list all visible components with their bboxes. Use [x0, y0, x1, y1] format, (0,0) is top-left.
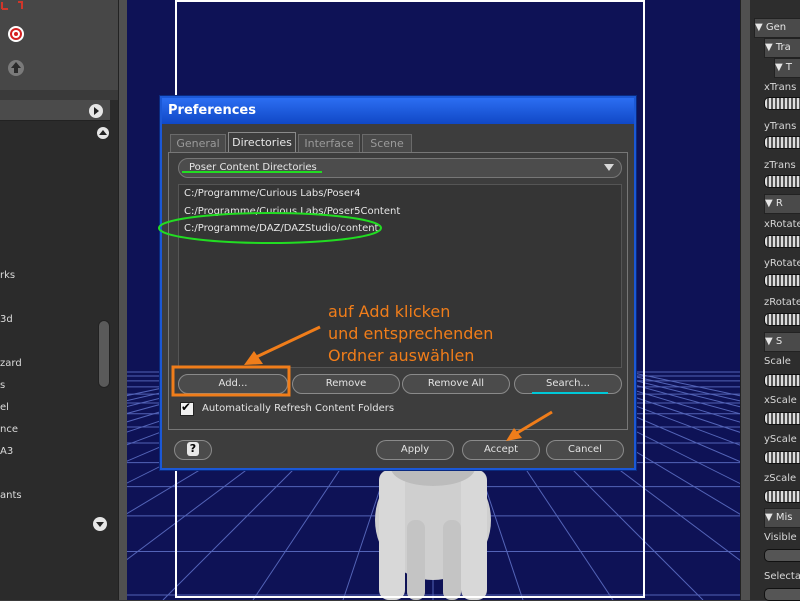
list-item[interactable]: C:/Programme/Curious Labs/Poser5Content	[184, 206, 400, 217]
add-button[interactable]: Add...	[178, 374, 288, 394]
group-transforms[interactable]: ▼ Tra	[764, 38, 800, 58]
param-label: xTrans	[764, 82, 797, 93]
tab-scene[interactable]: Scene	[362, 134, 412, 153]
yscale-slider[interactable]	[764, 451, 800, 464]
group-misc[interactable]: ▼ Mis	[764, 508, 800, 528]
apply-button[interactable]: Apply	[376, 440, 454, 460]
remove-all-button[interactable]: Remove All	[402, 374, 510, 394]
list-item[interactable]: C:/Programme/DAZ/DAZStudio/content	[184, 223, 378, 234]
selectable-toggle[interactable]	[764, 588, 800, 601]
xscale-slider[interactable]	[764, 412, 800, 425]
group-translate[interactable]: ▼ T	[774, 58, 800, 78]
library-item[interactable]: ants	[0, 490, 22, 501]
scale-slider[interactable]	[764, 374, 800, 387]
group-scale[interactable]: ▼ S	[764, 332, 800, 352]
group-label: Mis	[775, 512, 793, 523]
tutorial-annotation: auf Add klicken und entsprechenden Ordne…	[328, 301, 493, 367]
scroll-down-icon[interactable]	[92, 516, 108, 532]
zscale-slider[interactable]	[764, 490, 800, 503]
scroll-up-icon[interactable]	[96, 126, 110, 140]
search-button[interactable]: Search...	[514, 374, 622, 394]
zrotate-slider[interactable]	[764, 313, 800, 326]
parameters-panel: ▼ Gen ▼ Tra ▼ T xTrans yTrans zTrans ▼ R…	[750, 0, 800, 601]
param-label: Scale	[764, 356, 791, 367]
param-label: xRotate	[764, 219, 800, 230]
ztrans-slider[interactable]	[764, 175, 800, 188]
xrotate-slider[interactable]	[764, 235, 800, 248]
library-item[interactable]: rks	[0, 270, 15, 281]
grid-line	[628, 371, 740, 397]
param-label: xScale	[764, 395, 797, 406]
param-label: Selecta	[764, 571, 800, 582]
param-label: yTrans	[764, 121, 797, 132]
chevron-down-icon	[604, 164, 614, 171]
group-label: T	[785, 62, 792, 73]
crop-icon[interactable]	[0, 0, 30, 14]
content-type-dropdown[interactable]: Poser Content Directories	[178, 158, 622, 178]
group-label: S	[775, 336, 783, 347]
ytrans-slider[interactable]	[764, 136, 800, 149]
dialog-title: Preferences	[168, 103, 256, 118]
dialog-titlebar[interactable]: Preferences	[162, 98, 634, 124]
cancel-button[interactable]: Cancel	[546, 440, 624, 460]
help-icon: ?	[187, 442, 199, 456]
xtrans-slider[interactable]	[764, 97, 800, 110]
group-label: R	[775, 198, 783, 209]
param-label: zTrans	[764, 160, 796, 171]
checkmark-icon: ✔	[181, 400, 192, 414]
auto-refresh-checkbox[interactable]: ✔	[180, 400, 194, 416]
up-arrow-icon[interactable]	[6, 58, 26, 78]
yrotate-slider[interactable]	[764, 274, 800, 287]
library-item[interactable]: zard	[0, 358, 22, 369]
library-item[interactable]: 3d	[0, 314, 13, 325]
annotation-line: Ordner auswählen	[328, 346, 475, 365]
param-label: zRotate	[764, 297, 800, 308]
play-arrow-icon[interactable]	[88, 103, 104, 119]
preferences-dialog: Preferences General Directories Interfac…	[160, 96, 636, 470]
library-scroll-thumb[interactable]	[98, 320, 110, 388]
tab-general[interactable]: General	[170, 134, 226, 153]
annotation-line: auf Add klicken	[328, 302, 451, 321]
library-item[interactable]: A3	[0, 446, 13, 457]
group-label: Tra	[775, 42, 791, 53]
library-item[interactable]: el	[0, 402, 9, 413]
help-button[interactable]: ?	[174, 440, 212, 460]
target-icon[interactable]	[6, 24, 26, 44]
list-item[interactable]: C:/Programme/Curious Labs/Poser4	[184, 188, 360, 199]
auto-refresh-label: Automatically Refresh Content Folders	[202, 403, 395, 414]
tab-interface[interactable]: Interface	[298, 134, 360, 153]
remove-button[interactable]: Remove	[292, 374, 400, 394]
dropdown-selected-value: Poser Content Directories	[189, 162, 317, 173]
library-header	[0, 100, 110, 121]
param-label: yScale	[764, 434, 797, 445]
param-label: yRotate	[764, 258, 800, 269]
param-label: Visible	[764, 532, 797, 543]
group-general[interactable]: ▼ Gen	[754, 18, 800, 38]
library-item[interactable]: s	[0, 380, 5, 391]
annotation-line: und entsprechenden	[328, 324, 494, 343]
accept-button[interactable]: Accept	[462, 440, 540, 460]
group-rotate[interactable]: ▼ R	[764, 194, 800, 214]
tab-directories[interactable]: Directories	[228, 132, 296, 153]
param-label: zScale	[764, 473, 797, 484]
group-label: Gen	[765, 22, 787, 33]
visible-toggle[interactable]	[764, 549, 800, 562]
left-toolbar	[0, 0, 119, 90]
library-item[interactable]: nce	[0, 424, 18, 435]
